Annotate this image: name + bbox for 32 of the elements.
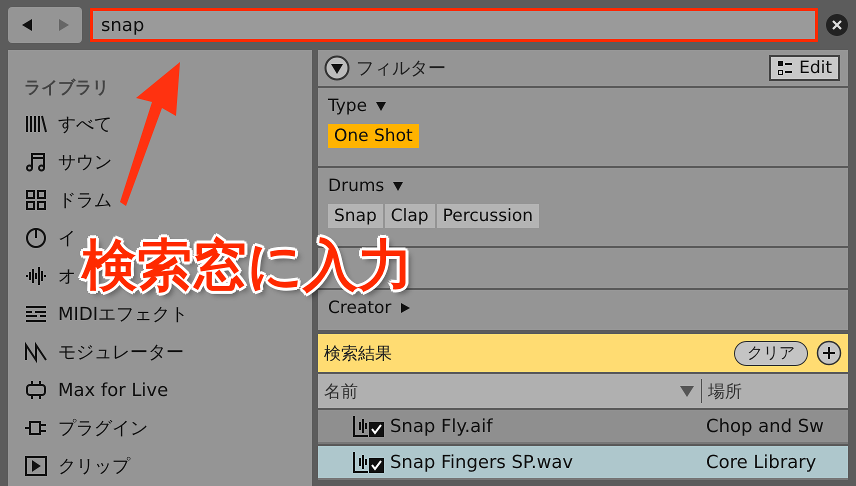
sidebar-item[interactable]: イ [58,226,76,250]
file-location: Chop and Sw [706,416,825,436]
filter-label[interactable]: Type [328,96,368,116]
sidebar-item[interactable]: ドラム [58,188,112,212]
results-title: 検索結果 [324,342,393,364]
filter-tag[interactable]: Clap [384,204,435,228]
sidebar-item[interactable]: クリップ [58,454,130,478]
filter-title: フィルター [356,57,447,80]
filter-label[interactable]: Creator [328,298,392,318]
filter-tag[interactable]: Percussion [436,204,540,228]
column-title[interactable]: 名前 [318,380,679,402]
annotation-caption: 検索窓に入力 [82,238,413,293]
filter-label[interactable]: Drums [328,176,384,196]
filter-tag[interactable]: One Shot [328,124,419,148]
edit-button[interactable]: Edit [769,55,840,81]
sidebar-item[interactable]: プラグイン [58,416,148,440]
sidebar-item[interactable]: MIDIエフェクト [58,302,188,326]
result-row[interactable]: Snap Fly.aif Chop and Sw [318,410,848,444]
sidebar-title: ライブラリ [24,77,110,99]
sidebar-item[interactable]: モジュレーター [58,340,184,364]
file-name: Snap Fingers SP.wav [390,452,574,472]
clear-button[interactable]: クリア [734,340,808,366]
filter-tag[interactable]: Snap [328,204,383,228]
search-field[interactable]: snap [90,8,818,42]
sidebar-item[interactable]: オ [58,264,76,288]
column-title[interactable]: 場所 [702,380,848,402]
file-name: Snap Fly.aif [390,416,494,436]
sidebar-item[interactable]: すべて [58,112,112,136]
result-row[interactable]: Snap Fingers SP.wav Core Library [318,446,848,480]
sidebar-item[interactable]: Max for Live [58,380,168,400]
sidebar-item[interactable]: サウン [58,150,112,174]
file-location: Core Library [706,452,818,472]
